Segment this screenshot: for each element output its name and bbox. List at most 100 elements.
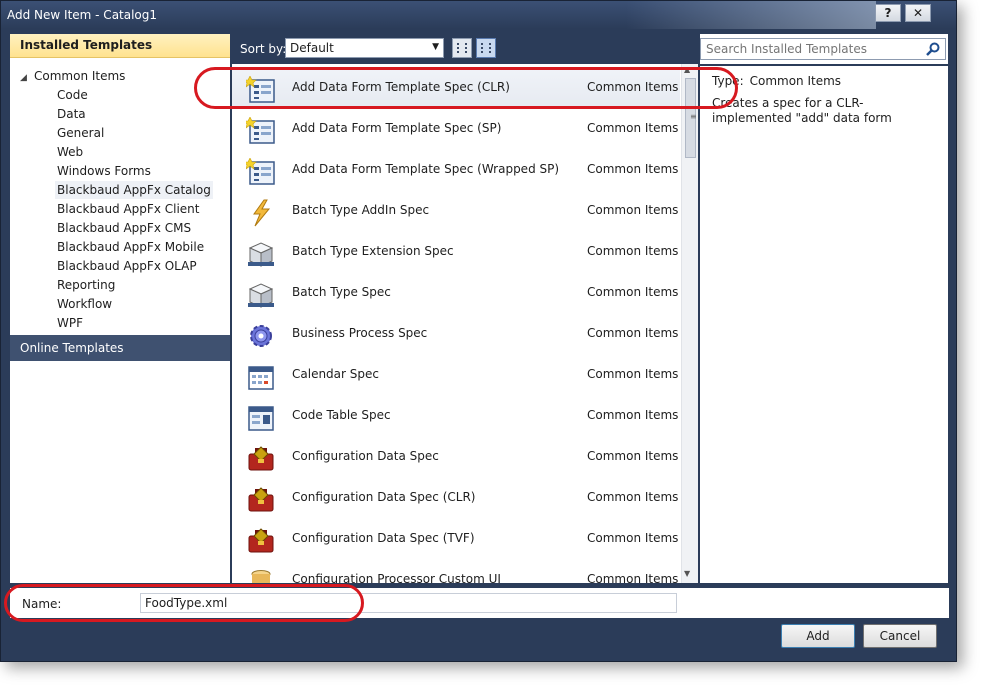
template-category: Common Items — [587, 121, 679, 135]
template-category: Common Items — [587, 244, 679, 258]
batch-box-icon — [246, 281, 276, 309]
scroll-grip-icon: ≡ — [690, 112, 697, 121]
help-button[interactable]: ? — [875, 4, 901, 22]
template-category: Common Items — [587, 449, 679, 463]
template-details-panel: Type: Common Items Creates a spec for a C… — [700, 34, 948, 583]
template-name: Configuration Data Spec — [292, 449, 439, 463]
template-row[interactable]: Add Data Form Template Spec (Wrapped SP)… — [232, 150, 680, 191]
template-list-scrollbar[interactable]: ▲ ≡ ▼ — [681, 64, 698, 583]
template-type: Type: Common Items — [712, 74, 841, 88]
tree-root-common-items[interactable]: ◢ Common Items — [20, 67, 125, 85]
online-templates-header[interactable]: Online Templates — [10, 335, 230, 361]
sort-by-value: Default — [290, 41, 334, 55]
dropdown-arrow-icon: ▼ — [432, 42, 439, 52]
template-category: Common Items — [587, 162, 679, 176]
cancel-button[interactable]: Cancel — [863, 624, 937, 648]
list-view-icon — [481, 43, 491, 53]
template-name: Configuration Processor Custom UI — [292, 572, 501, 583]
template-row[interactable]: Configuration Processor Custom UI Common … — [232, 560, 680, 583]
template-description: Creates a spec for a CLR-implemented "ad… — [712, 96, 892, 125]
close-button[interactable]: ✕ — [905, 4, 931, 22]
name-input[interactable] — [140, 593, 677, 613]
window-title: Add New Item - Catalog1 — [7, 8, 158, 22]
template-row[interactable]: Configuration Data Spec (TVF) Common Item… — [232, 519, 680, 560]
type-label: Type: — [712, 74, 744, 88]
tree-item-web[interactable]: Web — [55, 143, 85, 161]
tree-item-blackbaud-appfx-mobile[interactable]: Blackbaud AppFx Mobile — [55, 238, 206, 256]
name-label: Name: — [22, 597, 62, 611]
scroll-thumb[interactable]: ≡ — [685, 78, 697, 158]
type-value: Common Items — [749, 74, 842, 88]
search-input[interactable] — [706, 42, 916, 56]
template-name: Batch Type Extension Spec — [292, 244, 454, 258]
template-row[interactable]: Calendar Spec Common Items — [232, 355, 680, 396]
template-category: Common Items — [587, 203, 679, 217]
details-separator — [700, 64, 948, 66]
tree-item-blackbaud-appfx-client[interactable]: Blackbaud AppFx Client — [55, 200, 201, 218]
template-name: Batch Type Spec — [292, 285, 391, 299]
sort-by-label: Sort by: — [240, 42, 287, 56]
tree-item-general[interactable]: General — [55, 124, 106, 142]
template-row[interactable]: Code Table Spec Common Items — [232, 396, 680, 437]
template-name: Calendar Spec — [292, 367, 379, 381]
template-category: Common Items — [587, 490, 679, 504]
template-row[interactable]: Configuration Data Spec (CLR) Common Item… — [232, 478, 680, 519]
template-category: Common Items — [587, 367, 679, 381]
tree-item-blackbaud-appfx-olap[interactable]: Blackbaud AppFx OLAP — [55, 257, 199, 275]
grid-view-icon — [457, 43, 467, 53]
add-new-item-dialog: Add New Item - Catalog1 ? ✕ Installed Te… — [0, 0, 957, 662]
scroll-down-icon[interactable]: ▼ — [684, 569, 690, 578]
add-button[interactable]: Add — [781, 624, 855, 648]
search-icon[interactable] — [925, 41, 941, 57]
template-row[interactable]: Add Data Form Template Spec (SP) Common I… — [232, 109, 680, 150]
background-window-strip — [626, 1, 876, 29]
lightning-icon — [246, 199, 276, 227]
template-name: Add Data Form Template Spec (Wrapped SP) — [292, 162, 560, 176]
data-form-icon — [243, 116, 276, 145]
template-category: Common Items — [587, 80, 679, 94]
cylinder-icon — [246, 568, 276, 583]
template-name: Code Table Spec — [292, 408, 391, 422]
installed-templates-header[interactable]: Installed Templates — [10, 34, 230, 58]
tree-item-code[interactable]: Code — [55, 86, 90, 104]
batch-box-icon — [246, 240, 276, 268]
sort-by-select[interactable]: Default ▼ — [285, 38, 444, 58]
data-form-icon — [243, 75, 276, 104]
toolbox-icon — [246, 445, 276, 473]
tree-item-reporting[interactable]: Reporting — [55, 276, 117, 294]
template-row[interactable]: Configuration Data Spec Common Items — [232, 437, 680, 478]
tree-item-data[interactable]: Data — [55, 105, 88, 123]
search-box[interactable] — [700, 38, 946, 60]
calendar-icon — [246, 363, 276, 391]
template-row[interactable]: Batch Type AddIn Spec Common Items — [232, 191, 680, 232]
tree-root-label: Common Items — [34, 69, 126, 83]
template-name: Batch Type AddIn Spec — [292, 203, 430, 217]
tree-item-blackbaud-appfx-cms[interactable]: Blackbaud AppFx CMS — [55, 219, 193, 237]
tree-item-wpf[interactable]: WPF — [55, 314, 85, 332]
small-icons-view-button[interactable] — [452, 38, 472, 58]
sort-toolbar: Sort by: Default ▼ — [232, 34, 698, 64]
code-table-icon — [246, 404, 276, 432]
template-row[interactable]: Business Process Spec Common Items — [232, 314, 680, 355]
template-row[interactable]: Batch Type Extension Spec Common Items — [232, 232, 680, 273]
tree-item-workflow[interactable]: Workflow — [55, 295, 114, 313]
template-category: Common Items — [587, 408, 679, 422]
template-name: Business Process Spec — [292, 326, 428, 340]
expand-arrow-icon[interactable]: ◢ — [20, 69, 34, 87]
tree-item-windows-forms[interactable]: Windows Forms — [55, 162, 153, 180]
templates-panel: Sort by: Default ▼ Add Data Form Templat… — [232, 34, 698, 583]
template-name: Configuration Data Spec (TVF) — [292, 531, 475, 545]
scroll-up-icon[interactable]: ▲ — [684, 65, 690, 74]
template-name: Add Data Form Template Spec (CLR) — [292, 80, 510, 94]
data-form-icon — [243, 157, 276, 186]
template-list: Add Data Form Template Spec (CLR) Common … — [232, 64, 698, 583]
list-view-button[interactable] — [476, 38, 496, 58]
template-category: Common Items — [587, 531, 679, 545]
template-row[interactable]: Batch Type Spec Common Items — [232, 273, 680, 314]
toolbox-icon — [246, 527, 276, 555]
name-bar: Name: — [10, 588, 949, 618]
template-categories-panel: Installed Templates ◢ Common Items Code Da… — [10, 34, 230, 583]
tree-item-blackbaud-appfx-catalog[interactable]: Blackbaud AppFx Catalog — [55, 181, 213, 199]
template-category: Common Items — [587, 285, 679, 299]
template-row[interactable]: Add Data Form Template Spec (CLR) Common … — [232, 68, 680, 109]
